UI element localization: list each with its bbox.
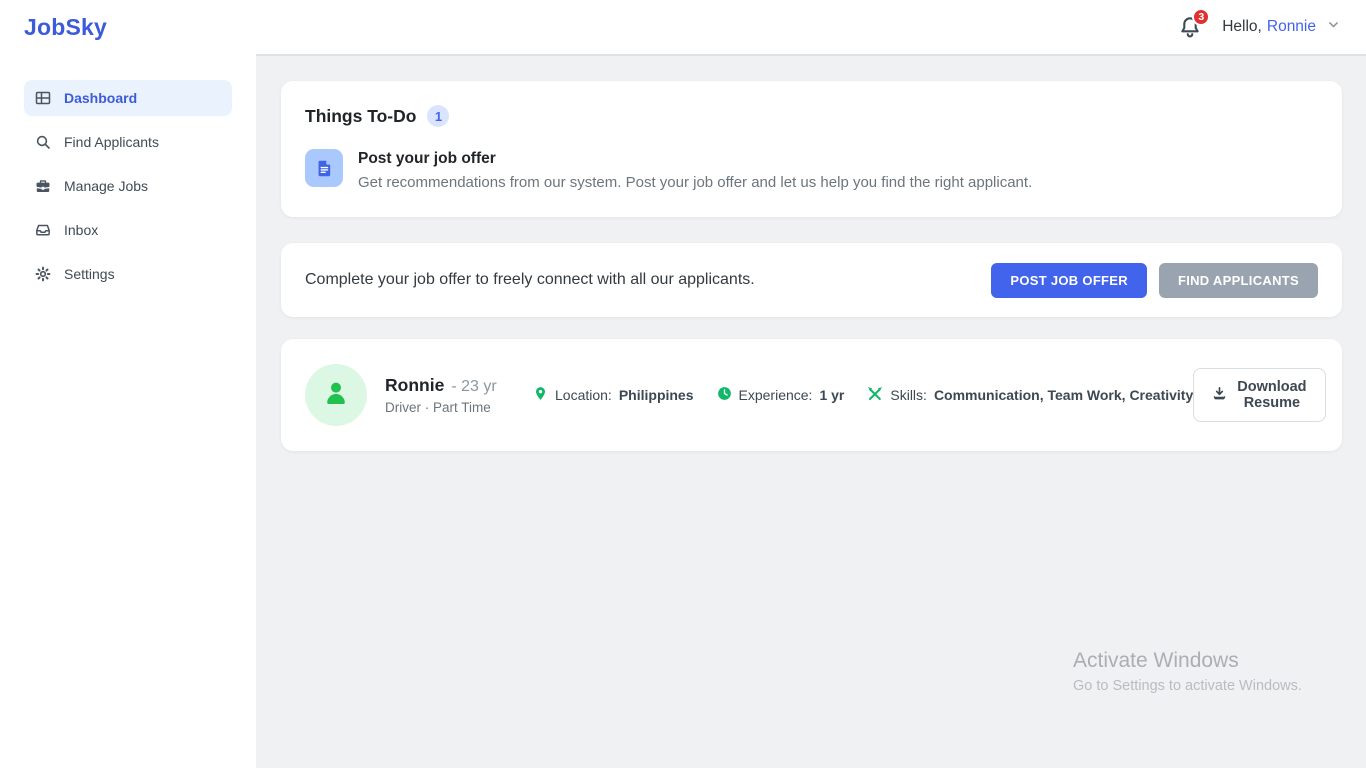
grid-icon (35, 90, 51, 106)
skills-value: Communication, Team Work, Creativity (934, 387, 1193, 403)
todo-item-text: Post your job offer Get recommendations … (358, 149, 1032, 191)
skills-label: Skills: (890, 387, 927, 403)
cta-message: Complete your job offer to freely connec… (305, 271, 991, 289)
todo-item-post-job-offer[interactable]: Post your job offer Get recommendations … (305, 149, 1318, 191)
person-icon (320, 377, 352, 414)
applicant-skills: Skills: Communication, Team Work, Creati… (867, 386, 1193, 405)
sidebar-item-inbox[interactable]: Inbox (24, 212, 232, 248)
applicant-location: Location: Philippines (533, 386, 694, 404)
topbar-right: 3 Hello, Ronnie (1178, 15, 1340, 39)
cta-buttons: POST JOB OFFER FIND APPLICANTS (991, 263, 1318, 298)
applicant-card: Ronnie - 23 yr Driver · Part Time Locati… (281, 339, 1342, 451)
app-logo[interactable]: JobSky (24, 14, 107, 41)
applicant-role: Driver · Part Time (385, 400, 517, 415)
todo-card: Things To-Do 1 Post yo (281, 81, 1342, 217)
sidebar-item-settings[interactable]: Settings (24, 256, 232, 292)
location-pin-icon (533, 386, 548, 404)
applicant-name-row: Ronnie - 23 yr (385, 375, 517, 396)
sidebar-item-dashboard[interactable]: Dashboard (24, 80, 232, 116)
username: Ronnie (1267, 18, 1316, 36)
applicant-age: - 23 yr (451, 378, 496, 396)
sidebar-item-label: Inbox (64, 222, 98, 238)
find-applicants-button[interactable]: FIND APPLICANTS (1159, 263, 1318, 298)
sidebar-item-manage-jobs[interactable]: Manage Jobs (24, 168, 232, 204)
tools-icon (867, 386, 883, 405)
sidebar-item-label: Dashboard (64, 90, 137, 106)
experience-value: 1 yr (819, 387, 844, 403)
bell-icon (1178, 26, 1202, 43)
gear-icon (35, 266, 51, 282)
applicant-name: Ronnie (385, 375, 444, 396)
sidebar-item-label: Manage Jobs (64, 178, 148, 194)
search-icon (35, 134, 51, 150)
greeting-text: Hello, (1222, 18, 1262, 36)
location-value: Philippines (619, 387, 694, 403)
topbar: JobSky 3 Hello, Ronnie (0, 0, 1366, 54)
download-resume-button[interactable]: Download Resume (1193, 368, 1325, 422)
experience-label: Experience: (739, 387, 813, 403)
briefcase-icon (35, 178, 51, 194)
applicant-meta-row: Location: Philippines Experience: 1 yr (533, 386, 1193, 405)
sidebar-item-label: Find Applicants (64, 134, 159, 150)
location-label: Location: (555, 387, 612, 403)
sidebar-item-label: Settings (64, 266, 115, 282)
applicant-name-block: Ronnie - 23 yr Driver · Part Time (385, 375, 517, 415)
inbox-icon (35, 222, 51, 238)
notifications-button[interactable]: 3 (1178, 15, 1202, 39)
todo-card-title: Things To-Do (305, 106, 416, 127)
download-icon (1212, 386, 1227, 405)
main-content: Things To-Do 1 Post yo (256, 54, 1366, 768)
todo-title-row: Things To-Do 1 (305, 105, 1318, 127)
user-menu[interactable]: Hello, Ronnie (1222, 18, 1340, 36)
sidebar: Dashboard Find Applicants Manage Jobs (0, 54, 256, 768)
todo-item-title: Post your job offer (358, 150, 1032, 168)
notification-badge: 3 (1192, 8, 1210, 26)
todo-item-description: Get recommendations from our system. Pos… (358, 174, 1032, 191)
chevron-down-icon (1321, 18, 1340, 36)
post-job-offer-button[interactable]: POST JOB OFFER (991, 263, 1147, 298)
applicant-experience: Experience: 1 yr (717, 386, 845, 404)
todo-count-badge: 1 (427, 105, 449, 127)
sidebar-item-find-applicants[interactable]: Find Applicants (24, 124, 232, 160)
document-icon (305, 149, 343, 187)
clock-icon (717, 386, 732, 404)
download-resume-label: Download Resume (1237, 379, 1306, 411)
avatar (305, 364, 367, 426)
cta-card: Complete your job offer to freely connec… (281, 243, 1342, 317)
